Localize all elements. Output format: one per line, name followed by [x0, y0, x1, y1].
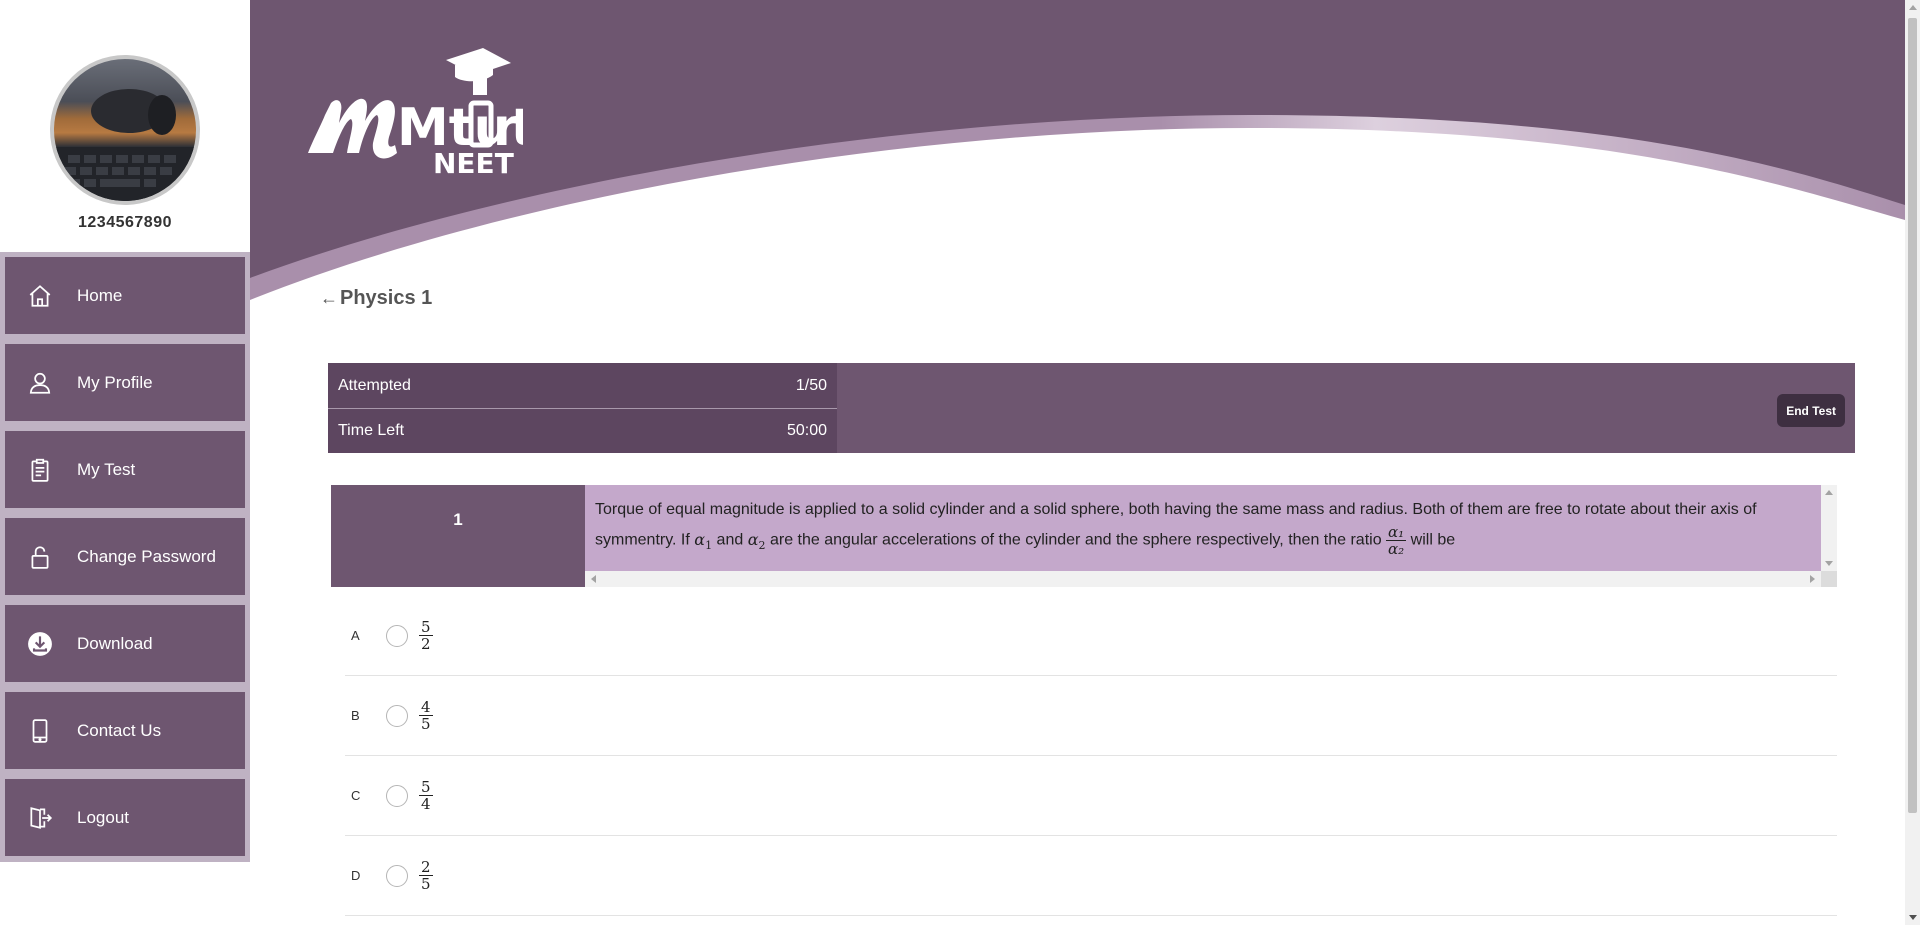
sidebar-item-download[interactable]: Download: [5, 605, 245, 682]
sidebar-item-home[interactable]: Home: [5, 257, 245, 334]
download-icon: [25, 629, 55, 659]
sidebar-item-label: My Profile: [77, 372, 153, 392]
clipboard-icon: [25, 455, 55, 485]
mtutor-neet-logo: Mtut r NEET: [303, 45, 535, 180]
scroll-left-arrow-icon[interactable]: [591, 575, 596, 583]
ratio-fraction: α₁ α₂: [1386, 523, 1407, 558]
mobile-icon: [25, 716, 55, 746]
logout-icon: [25, 803, 55, 833]
end-test-button[interactable]: End Test: [1777, 394, 1845, 427]
fraction-denominator: 5: [421, 875, 431, 893]
time-left-label: Time Left: [338, 422, 405, 439]
alpha2-symbol: α2: [747, 529, 766, 552]
sidebar: 1234567890 Home My Profile My Test Chang…: [0, 0, 250, 925]
sidebar-item-label: My Test: [77, 459, 136, 479]
time-left-value: 50:00: [786, 422, 827, 439]
option-b[interactable]: B 4 5: [345, 676, 1837, 756]
sidebar-item-contact-us[interactable]: Contact Us: [5, 692, 245, 769]
option-c-radio[interactable]: [386, 784, 408, 807]
question-text-and: and: [716, 531, 744, 549]
option-a[interactable]: A 5 2: [345, 596, 1837, 676]
page-title-row: ← Physics 1: [320, 287, 432, 310]
scroll-down-arrow-icon[interactable]: [1825, 561, 1833, 566]
home-icon: [25, 281, 55, 311]
fraction-numerator: 2: [419, 858, 433, 876]
ratio-numerator: α₁: [1386, 523, 1407, 541]
option-d[interactable]: D 2 5: [345, 836, 1837, 916]
sidebar-item-label: Download: [77, 633, 153, 653]
logo-subtext: NEET: [433, 147, 514, 175]
sidebar-item-label: Home: [77, 285, 123, 305]
answer-options: A 5 2 B 4 5 C 5 4 D 2 5: [345, 596, 1837, 916]
sidebar-item-my-test[interactable]: My Test: [5, 431, 245, 508]
option-b-radio[interactable]: [386, 704, 408, 727]
page-scrollbar-thumb[interactable]: [1908, 18, 1917, 813]
option-letter: A: [351, 628, 360, 643]
attempted-label: Attempted: [338, 376, 411, 394]
option-fraction: 5 4: [419, 779, 433, 812]
fraction-numerator: 4: [419, 698, 433, 716]
sidebar-item-my-profile[interactable]: My Profile: [5, 344, 245, 421]
fraction-denominator: 5: [421, 715, 431, 733]
lock-icon: [25, 542, 55, 572]
user-icon: [25, 368, 55, 398]
page-scrollbar[interactable]: [1905, 0, 1920, 925]
option-letter: C: [351, 788, 361, 803]
option-d-radio[interactable]: [386, 864, 408, 887]
page-title: Physics 1: [340, 287, 433, 309]
back-arrow-icon[interactable]: ←: [320, 288, 338, 309]
test-status-bar: Attempted 1/50 Time Left 50:00 End Test: [328, 363, 1855, 453]
attempted-value: 1/50: [795, 376, 827, 394]
question-text-panel[interactable]: Torque of equal magnitude is applied to …: [585, 485, 1837, 587]
option-a-radio[interactable]: [386, 624, 408, 647]
sidebar-item-label: Logout: [77, 807, 129, 827]
question-horizontal-scrollbar[interactable]: [585, 571, 1821, 587]
option-letter: B: [351, 708, 360, 723]
scrollbar-corner: [1821, 571, 1837, 587]
alpha1-symbol: α1: [694, 529, 713, 552]
user-phone-number: 1234567890: [78, 214, 172, 231]
scroll-up-arrow-icon[interactable]: [1825, 490, 1833, 495]
question-number: 1: [331, 485, 585, 587]
page-scroll-up-icon[interactable]: [1909, 5, 1917, 10]
option-fraction: 5 2: [419, 619, 433, 652]
question-text: Torque of equal magnitude is applied to …: [585, 485, 1821, 571]
question-text-part3: will be: [1410, 531, 1456, 549]
question-text-part2: are the angular accelerations of the cyl…: [769, 531, 1382, 549]
avatar-frame: [50, 55, 200, 205]
option-c[interactable]: C 5 4: [345, 756, 1837, 836]
fraction-numerator: 5: [419, 618, 433, 636]
ratio-denominator: α₂: [1388, 540, 1405, 558]
option-fraction: 4 5: [419, 699, 433, 732]
sidebar-menu: Home My Profile My Test Change Password …: [0, 252, 250, 862]
time-left-row: Time Left 50:00: [328, 408, 837, 453]
avatar[interactable]: [54, 59, 196, 201]
question-box: 1 Torque of equal magnitude is applied t…: [331, 485, 1837, 587]
fraction-numerator: 5: [419, 778, 433, 796]
fraction-denominator: 2: [421, 635, 431, 653]
question-vertical-scrollbar[interactable]: [1821, 485, 1837, 571]
sidebar-item-logout[interactable]: Logout: [5, 779, 245, 856]
sidebar-item-label: Contact Us: [77, 720, 162, 740]
option-letter: D: [351, 868, 361, 883]
scroll-right-arrow-icon[interactable]: [1810, 575, 1815, 583]
page-scroll-down-icon[interactable]: [1909, 915, 1917, 920]
option-fraction: 2 5: [419, 859, 433, 892]
sidebar-item-change-password[interactable]: Change Password: [5, 518, 245, 595]
sidebar-item-label: Change Password: [77, 546, 216, 566]
attempted-row: Attempted 1/50: [328, 363, 837, 408]
test-status-table: Attempted 1/50 Time Left 50:00: [328, 363, 837, 453]
fraction-denominator: 4: [421, 795, 431, 813]
